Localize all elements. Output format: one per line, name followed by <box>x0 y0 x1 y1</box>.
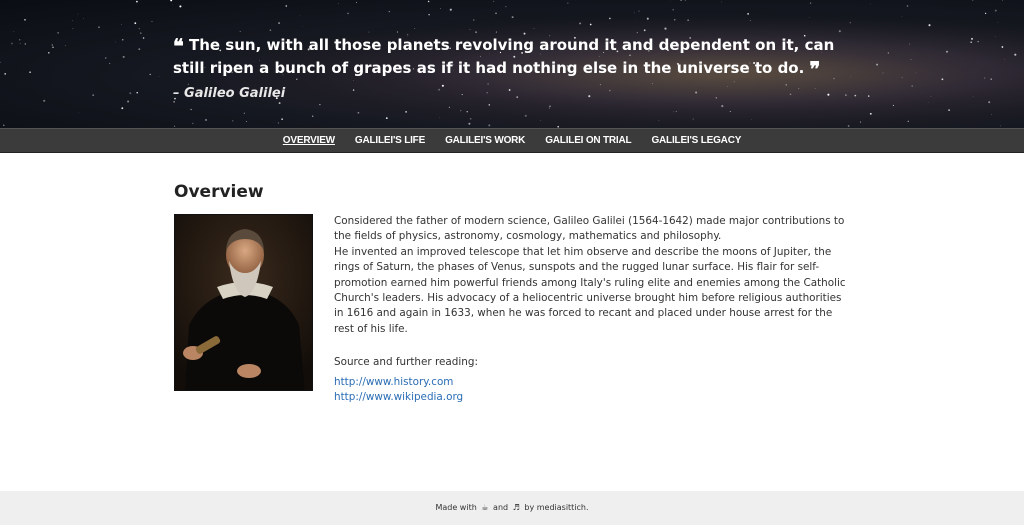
page-title: Overview <box>174 182 264 202</box>
nav-item-overview[interactable]: OVERVIEW <box>273 135 345 146</box>
quote-open-icon: ❝ <box>173 34 184 58</box>
galileo-portrait-image <box>174 214 313 391</box>
overview-paragraph-2: He invented an improved telescope that l… <box>334 245 846 335</box>
nav-item-galilei-on-trial[interactable]: GALILEI ON TRIAL <box>535 135 641 146</box>
quote-text: ❝ The sun, with all those planets revolv… <box>173 34 853 80</box>
footer-made-with: Made with <box>435 503 477 512</box>
quote-body: The sun, with all those planets revolvin… <box>173 36 835 77</box>
footer-by: by mediasittich. <box>524 503 589 512</box>
coffee-icon: ☕ <box>481 503 489 512</box>
quote-author: – Galileo Galilei <box>173 86 286 101</box>
nav-item-galileis-life[interactable]: GALILEI'S LIFE <box>345 135 435 146</box>
nav-item-galileis-work[interactable]: GALILEI'S WORK <box>435 135 535 146</box>
overview-text: Considered the father of modern science,… <box>334 214 850 337</box>
footer-and: and <box>493 503 509 512</box>
music-icon: ♬ <box>512 503 520 512</box>
link-history[interactable]: http://www.history.com <box>334 375 463 390</box>
link-wikipedia[interactable]: http://www.wikipedia.org <box>334 390 463 405</box>
hero-banner: ❝ The sun, with all those planets revolv… <box>0 0 1024 128</box>
footer: Made with ☕ and ♬ by mediasittich. <box>0 491 1024 525</box>
nav-item-galileis-legacy[interactable]: GALILEI'S LEGACY <box>641 135 751 146</box>
main-nav: OVERVIEW GALILEI'S LIFE GALILEI'S WORK G… <box>0 128 1024 153</box>
source-links: http://www.history.com http://www.wikipe… <box>334 375 463 406</box>
source-label: Source and further reading: <box>334 356 478 368</box>
quote-close-icon: ❞ <box>809 57 821 81</box>
quote-block: ❝ The sun, with all those planets revolv… <box>173 34 853 101</box>
overview-paragraph-1: Considered the father of modern science,… <box>334 215 845 243</box>
